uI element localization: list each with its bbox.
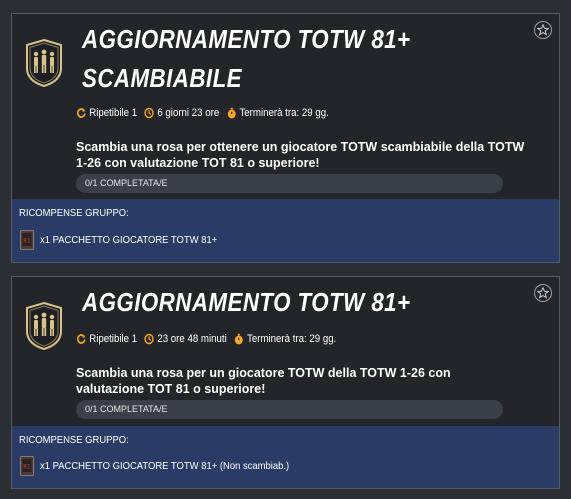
clock-icon	[144, 333, 155, 345]
reward-label: x1 PACCHETTO GIOCATORE TOTW 81+	[40, 234, 218, 246]
progress-bar: 0/1 COMPLETATA/E	[76, 174, 503, 193]
ends-label: Terminerà tra: 29 gg.	[246, 333, 337, 345]
objective-title: AGGIORNAMENTO TOTW 81+	[82, 283, 411, 322]
objective-card[interactable]: AGGIORNAMENTO TOTW 81+ Ripetibile 1 23 o…	[11, 276, 560, 489]
group-rewards: RICOMPENSE GRUPPO: 81 x1 PACCHETTO GIOCA…	[12, 199, 559, 262]
objective-description: Scambia una rosa per un giocatore TOTW d…	[76, 366, 451, 396]
objective-title: AGGIORNAMENTO TOTW 81+ SCAMBIABILE	[82, 20, 411, 98]
time-left-label: 6 giorni 23 ore	[157, 107, 220, 119]
progress-bar: 0/1 COMPLETATA/E	[76, 400, 503, 419]
star-icon	[537, 287, 549, 299]
repeat-icon	[77, 108, 86, 118]
stopwatch-icon	[235, 333, 244, 345]
reward-label: x1 PACCHETTO GIOCATORE TOTW 81+ (Non sca…	[40, 460, 290, 472]
repeat-icon	[77, 334, 86, 344]
objective-meta: Ripetibile 1 23 ore 48 minuti Terminerà …	[76, 333, 336, 345]
repeatable-label: Ripetibile 1	[89, 333, 138, 345]
time-left-label: 23 ore 48 minuti	[157, 333, 227, 345]
clock-icon	[144, 107, 155, 119]
title-line-1: AGGIORNAMENTO TOTW 81+	[82, 287, 411, 317]
favorite-button[interactable]	[534, 21, 552, 39]
title-line-1: AGGIORNAMENTO TOTW 81+	[82, 24, 411, 54]
svg-text:81: 81	[23, 238, 31, 245]
rewards-title: RICOMPENSE GRUPPO:	[19, 434, 129, 446]
totw-group-badge-icon	[24, 38, 64, 88]
repeatable-label: Ripetibile 1	[89, 107, 138, 119]
svg-text:81: 81	[23, 464, 31, 471]
favorite-button[interactable]	[534, 284, 552, 302]
totw-group-badge-icon	[24, 301, 64, 351]
player-pack-icon: 81	[20, 456, 34, 476]
objective-description: Scambia una rosa per ottenere un giocato…	[76, 140, 525, 170]
stopwatch-icon	[227, 107, 236, 119]
ends-label: Terminerà tra: 29 gg.	[239, 107, 329, 119]
rewards-title: RICOMPENSE GRUPPO:	[19, 207, 129, 219]
title-line-2: SCAMBIABILE	[82, 63, 243, 93]
player-pack-icon: 81	[20, 230, 34, 250]
objective-meta: Ripetibile 1 6 giorni 23 ore Terminerà t…	[76, 107, 329, 119]
objective-card[interactable]: AGGIORNAMENTO TOTW 81+ SCAMBIABILE Ripet…	[11, 13, 560, 263]
group-rewards: RICOMPENSE GRUPPO: 81 x1 PACCHETTO GIOCA…	[12, 426, 559, 488]
reward-item[interactable]: 81 x1 PACCHETTO GIOCATORE TOTW 81+	[20, 230, 237, 250]
star-icon	[537, 24, 549, 36]
reward-item[interactable]: 81 x1 PACCHETTO GIOCATORE TOTW 81+ (Non …	[20, 456, 317, 476]
